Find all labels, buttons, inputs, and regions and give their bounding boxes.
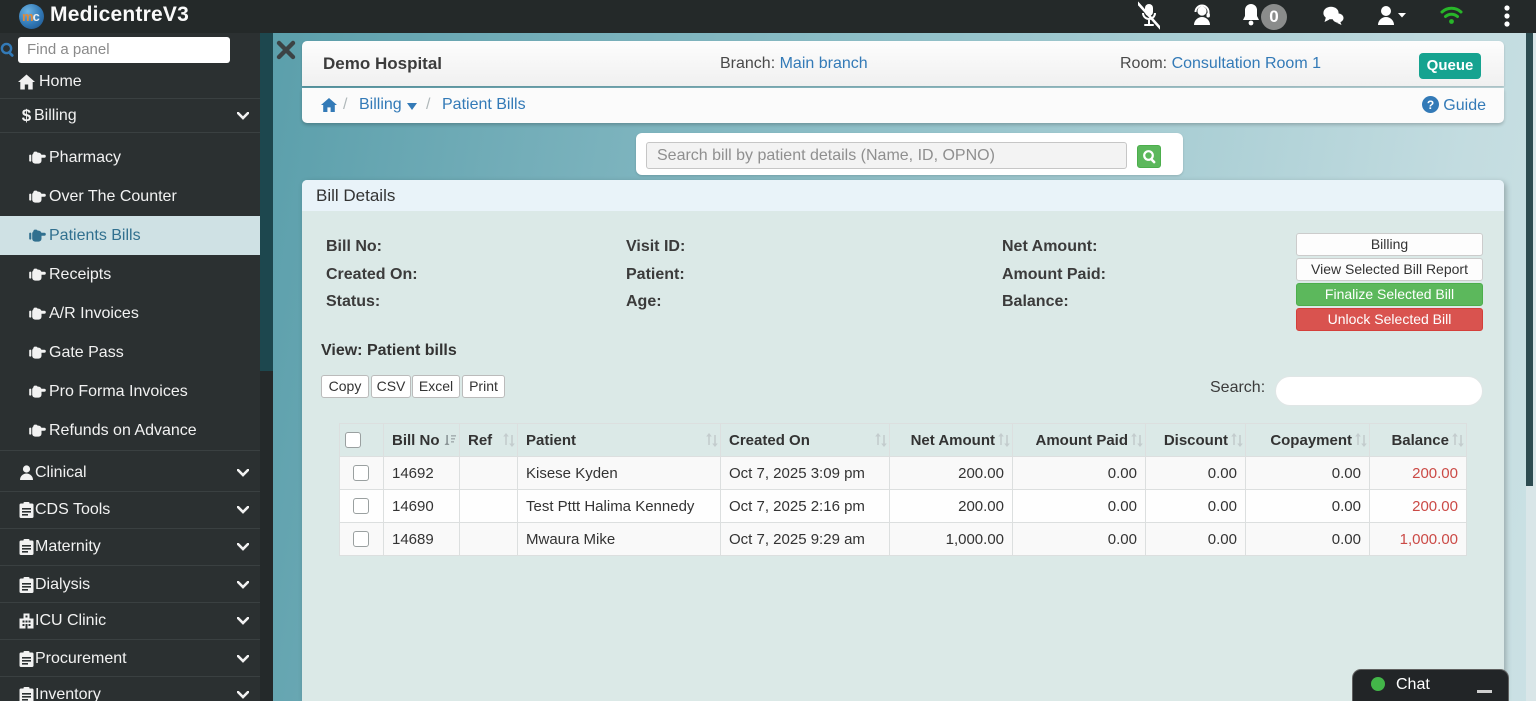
svg-text:?: ? (1427, 98, 1434, 112)
